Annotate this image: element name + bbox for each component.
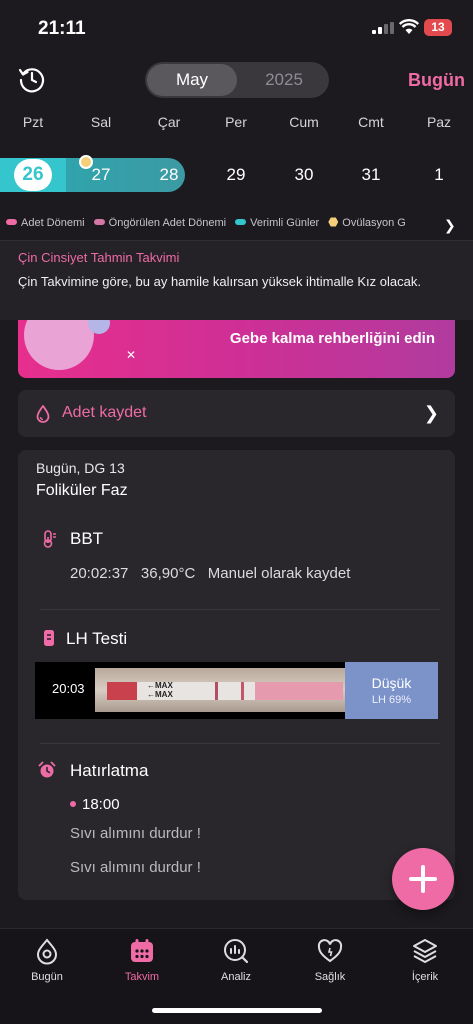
legend-item-period: Adet Dönemi xyxy=(6,217,85,229)
banner-text: Çin Takvimine göre, bu ay hamile kalırsa… xyxy=(18,274,421,289)
tab-label: Takvim xyxy=(124,971,160,983)
sparkle-icon: ✕ xyxy=(126,348,137,362)
add-button[interactable] xyxy=(392,848,454,910)
tab-label: Bugün xyxy=(31,971,63,983)
year-selector[interactable]: 2025 xyxy=(241,62,327,98)
weekday-label: Çar xyxy=(157,114,181,130)
tab-health[interactable]: Sağlık xyxy=(283,929,377,999)
calendar-icon xyxy=(131,939,153,962)
day-cell[interactable]: 30 xyxy=(274,158,334,192)
conception-guide-promo[interactable]: ✕ Gebe kalma rehberliğini edin xyxy=(18,320,455,378)
tab-today[interactable]: Bugün xyxy=(0,929,94,999)
today-button[interactable]: Bugün xyxy=(408,70,465,91)
reminder-item[interactable]: Sıvı alımını durdur ! xyxy=(70,859,201,876)
log-period-button[interactable]: Adet kaydet ❯ xyxy=(18,390,455,437)
promo-text: Gebe kalma rehberliğini edin xyxy=(229,330,435,347)
legend-item-predicted-period: Öngörülen Adet Dönemi xyxy=(93,217,226,229)
drop-icon xyxy=(36,405,50,423)
bbt-time: 20:02:37 xyxy=(70,565,129,582)
chevron-right-icon[interactable]: ❯ xyxy=(444,217,456,234)
day-cell[interactable]: 28 xyxy=(139,158,199,192)
day-details-card: Bugün, DG 13 Foliküler Faz BBT 20:02:37 … xyxy=(18,450,455,900)
gender-prediction-banner[interactable]: Çin Cinsiyet Tahmin Takvimi Çin Takvimin… xyxy=(0,240,473,320)
tab-label: Analiz xyxy=(221,971,251,983)
health-icon xyxy=(317,939,343,963)
chevron-right-icon: ❯ xyxy=(423,403,439,423)
legend-item-ovulation: Ovülasyon G xyxy=(328,217,406,229)
lh-result-percent: LH 69% xyxy=(371,694,412,706)
status-bar: 21:11 13 xyxy=(0,0,473,56)
ovulation-marker-icon xyxy=(79,155,93,169)
log-period-label: Adet kaydet xyxy=(62,404,147,421)
weekday-header: Pzt Sal Çar Per Cum Cmt Paz xyxy=(0,114,473,134)
battery-indicator: 13 xyxy=(424,19,452,36)
calendar-legend[interactable]: Adet Dönemi Öngörülen Adet Dönemi Veriml… xyxy=(6,217,446,237)
content-icon xyxy=(413,939,437,963)
alarm-clock-icon xyxy=(38,761,56,778)
weekday-label: Sal xyxy=(90,114,112,130)
cycle-day-label: Bugün, DG 13 xyxy=(36,460,125,476)
banner-title: Çin Cinsiyet Tahmin Takvimi xyxy=(18,250,180,265)
day-cell[interactable]: 31 xyxy=(341,158,401,192)
lh-result-level: Düşük xyxy=(371,675,412,691)
weekday-label: Per xyxy=(225,114,247,130)
bbt-entry[interactable]: 20:02:37 36,90°C Manuel olarak kaydet xyxy=(70,565,350,582)
lh-test-time: 20:03 xyxy=(52,681,85,696)
lh-test-icon xyxy=(44,630,54,646)
signal-icon xyxy=(372,22,394,34)
lh-result-badge: Düşük LH 69% xyxy=(345,662,438,719)
wifi-icon xyxy=(399,19,419,34)
tab-analysis[interactable]: Analiz xyxy=(189,929,283,999)
reminder-title: Hatırlatma xyxy=(70,761,149,780)
tab-label: Sağlık xyxy=(314,971,346,983)
legend-item-fertile: Verimli Günler xyxy=(235,217,319,229)
history-icon[interactable] xyxy=(18,65,46,93)
weekday-label: Pzt xyxy=(22,114,44,130)
day-cell[interactable]: 1 xyxy=(409,158,469,192)
home-indicator xyxy=(152,1008,322,1013)
tab-label: İçerik xyxy=(411,971,439,983)
thermometer-icon xyxy=(43,530,56,548)
bbt-source: Manuel olarak kaydet xyxy=(207,565,351,582)
today-icon xyxy=(36,938,58,965)
weekday-label: Paz xyxy=(426,114,452,130)
tab-calendar[interactable]: Takvim xyxy=(95,929,189,999)
month-year-toggle[interactable]: May 2025 xyxy=(145,62,329,98)
reminder-item[interactable]: Sıvı alımını durdur ! xyxy=(70,825,201,842)
reminder-time: 18:00 xyxy=(70,796,120,813)
month-selector[interactable]: May xyxy=(147,64,237,96)
lh-test-title: LH Testi xyxy=(66,629,128,648)
bbt-value: 36,90°C xyxy=(140,565,196,582)
day-cell[interactable]: 29 xyxy=(206,158,266,192)
divider xyxy=(40,743,440,744)
weekday-label: Cum xyxy=(289,114,319,130)
cycle-phase-label: Foliküler Faz xyxy=(36,482,128,499)
lh-test-photo[interactable]: ←MAX ←MAX xyxy=(95,668,347,712)
tab-content[interactable]: İçerik xyxy=(378,929,472,999)
promo-illustration xyxy=(24,320,94,370)
status-time: 21:11 xyxy=(38,18,86,39)
divider xyxy=(40,609,440,610)
bbt-title: BBT xyxy=(70,529,104,548)
day-cell-today[interactable]: 26 xyxy=(14,159,52,191)
lh-test-entry[interactable]: 20:03 ←MAX ←MAX Düşük LH 69% xyxy=(35,662,438,719)
analysis-icon xyxy=(224,939,249,964)
weekday-label: Cmt xyxy=(358,114,384,130)
week-days-row: 26 27 28 29 30 31 1 xyxy=(0,155,473,194)
